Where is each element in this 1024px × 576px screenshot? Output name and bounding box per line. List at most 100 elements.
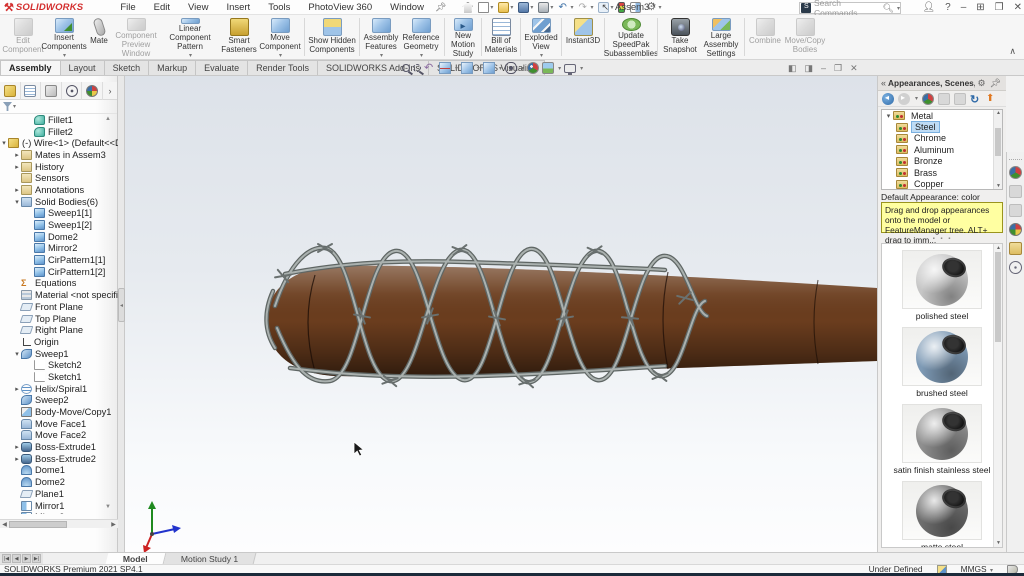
swatch-satin-finish-stainless-steel[interactable]: satin finish stainless steel (882, 404, 1002, 475)
scroll-thumb[interactable] (995, 252, 1001, 342)
new-document-button[interactable]: ▾ (476, 1, 495, 14)
tree-item-sensors[interactable]: Sensors (0, 172, 118, 184)
tree-scroll-up-icon[interactable]: ▲ (105, 116, 111, 122)
menu-tools[interactable]: Tools (259, 2, 299, 13)
tree-item-dome1[interactable]: Dome1 (0, 465, 118, 477)
manager-tabs-expand-icon[interactable]: › (103, 86, 117, 96)
doc-minimize-button[interactable]: – (821, 63, 826, 73)
category-bronze[interactable]: Bronze (882, 156, 1002, 167)
view-settings-icon[interactable] (564, 64, 576, 73)
tree-item-sketch2[interactable]: Sketch2 (0, 359, 118, 371)
tree-item-mirror2-body[interactable]: Mirror2 (0, 243, 118, 255)
tree-item-solid-bodies[interactable]: Solid Bodies(6) (0, 196, 118, 208)
edit-component-button[interactable]: Edit Component (4, 15, 42, 59)
tree-item-annotations[interactable]: Annotations (0, 184, 118, 196)
insert-components-button[interactable]: Insert Components▾ (42, 15, 86, 59)
category-copper[interactable]: Copper (882, 178, 1002, 189)
panel-splitter[interactable]: ◂ (118, 76, 125, 552)
move-copy-bodies-button[interactable]: Move/Copy Bodies (783, 15, 827, 59)
doc-restore-button[interactable]: ❐ (834, 63, 842, 74)
category-steel[interactable]: Steel (882, 121, 1002, 132)
tree-item-sweep1-2[interactable]: Sweep1[2] (0, 219, 118, 231)
strip-drag-handle[interactable] (1009, 154, 1022, 160)
tree-item-top-plane[interactable]: Top Plane (0, 313, 118, 325)
tree-item-fillet2[interactable]: Fillet2 (0, 126, 118, 138)
category-metal[interactable]: Metal (882, 110, 1002, 121)
take-snapshot-button[interactable]: Take Snapshot (660, 15, 700, 59)
panel-collapse-handle[interactable]: ◂ (118, 288, 125, 322)
ribbon-collapse-icon[interactable]: ∧ (1009, 46, 1016, 57)
tree-item-origin[interactable]: Origin (0, 336, 118, 348)
update-speedpak-button[interactable]: Update SpeedPak Subassemblies (607, 15, 655, 59)
tree-item-right-plane[interactable]: Right Plane (0, 324, 118, 336)
combine-button[interactable]: Combine (747, 15, 783, 59)
hide-show-items-icon[interactable] (505, 62, 517, 74)
menu-photoview[interactable]: PhotoView 360 (299, 2, 381, 13)
panel-expand-icon[interactable]: « (881, 78, 886, 88)
tab-markup[interactable]: Markup (148, 60, 196, 75)
tree-item-move-face1[interactable]: Move Face1 (0, 418, 118, 430)
show-hidden-components-button[interactable]: Show Hidden Components (307, 15, 357, 59)
forward-caret-icon[interactable]: ▾ (915, 95, 918, 102)
close-button[interactable]: ✕ (1014, 0, 1022, 15)
category-aluminum[interactable]: Aluminum (882, 144, 1002, 155)
tree-item-mates[interactable]: Mates in Assem3 (0, 149, 118, 161)
menu-pin-icon[interactable]: 📌︎ (435, 2, 446, 13)
menu-file[interactable]: File (111, 2, 144, 13)
mate-button[interactable]: Mate (86, 15, 112, 59)
display-style-icon[interactable] (483, 62, 495, 74)
search-commands-box[interactable]: Search Commands 🔍︎ ▾ (799, 2, 901, 14)
tree-item-move-face2[interactable]: Move Face2 (0, 430, 118, 442)
exploded-view-button[interactable]: Exploded View▾ (523, 15, 559, 59)
custom-properties-tab-icon[interactable] (1009, 242, 1022, 255)
section-view-icon[interactable] (439, 62, 451, 74)
account-icon[interactable]: 👤︎ (922, 0, 935, 15)
swatch-scrollbar[interactable]: ▲▼ (993, 244, 1002, 547)
graphics-viewport[interactable] (125, 76, 877, 552)
tree-horizontal-scrollbar[interactable]: ◀ ▶ (0, 519, 118, 528)
menu-edit[interactable]: Edit (145, 2, 179, 13)
new-motion-study-button[interactable]: New Motion Study (447, 15, 479, 59)
minimize-button[interactable]: – (961, 0, 967, 15)
first-tab-icon[interactable]: |◀ (2, 554, 11, 563)
tree-item-boss-extrude2[interactable]: Boss-Extrude2 (0, 453, 118, 465)
window-layout-icon[interactable]: ⊞ (976, 0, 984, 15)
category-tree-scrollbar[interactable]: ▲▼ (993, 110, 1002, 189)
panel-splitter-dots[interactable]: ▪ ▪ ▪ (878, 236, 1007, 242)
apply-scene-icon[interactable] (542, 62, 554, 74)
tree-item-helix[interactable]: Helix/Spiral1 (0, 383, 118, 395)
forum-tab-icon[interactable] (1009, 261, 1022, 274)
pane-right-icon[interactable]: ◨ (805, 63, 814, 74)
tree-item-dome2-body[interactable]: Dome2 (0, 231, 118, 243)
scroll-thumb[interactable] (995, 128, 1001, 156)
tree-item-plane1[interactable]: Plane1 (0, 488, 118, 500)
zoom-to-fit-icon[interactable] (402, 64, 410, 72)
tree-item-body-move-copy1[interactable]: Body-Move/Copy1 (0, 406, 118, 418)
menu-window[interactable]: Window (381, 2, 433, 13)
tab-render-tools[interactable]: Render Tools (247, 60, 318, 75)
undo-button[interactable]: ▾ (556, 1, 575, 14)
edit-appearance-icon[interactable] (527, 62, 539, 74)
tab-layout[interactable]: Layout (60, 60, 105, 75)
print-button[interactable]: ▾ (536, 1, 555, 14)
tree-item-sweep1-1[interactable]: Sweep1[1] (0, 208, 118, 220)
tree-item-boss-extrude1[interactable]: Boss-Extrude1 (0, 441, 118, 453)
refresh-icon[interactable] (970, 93, 982, 105)
swatch-polished-steel[interactable]: polished steel (882, 250, 1002, 321)
next-tab-icon[interactable]: ▶ (22, 554, 31, 563)
scroll-thumb[interactable] (9, 521, 67, 528)
search-caret-icon[interactable]: ▾ (897, 5, 900, 12)
panel-gear-icon[interactable]: ⚙ (977, 78, 985, 89)
tree-item-equations[interactable]: Equations (0, 278, 118, 290)
select-button[interactable]: ▾ (596, 1, 615, 14)
tab-assembly[interactable]: Assembly (0, 60, 61, 75)
motion-study-tab[interactable]: Motion Study 1 (163, 553, 256, 564)
tree-scroll-down-icon[interactable]: ▼ (105, 504, 111, 510)
featuremanager-tab[interactable] (0, 82, 21, 100)
appearances-home-icon[interactable] (922, 93, 934, 105)
forward-icon[interactable] (898, 93, 910, 105)
propertymanager-tab[interactable] (21, 82, 42, 100)
linear-component-pattern-button[interactable]: Linear Component Pattern▾ (160, 15, 220, 59)
swatch-brushed-steel[interactable]: brushed steel (882, 327, 1002, 398)
tree-item-material[interactable]: Material <not specified> (0, 289, 118, 301)
